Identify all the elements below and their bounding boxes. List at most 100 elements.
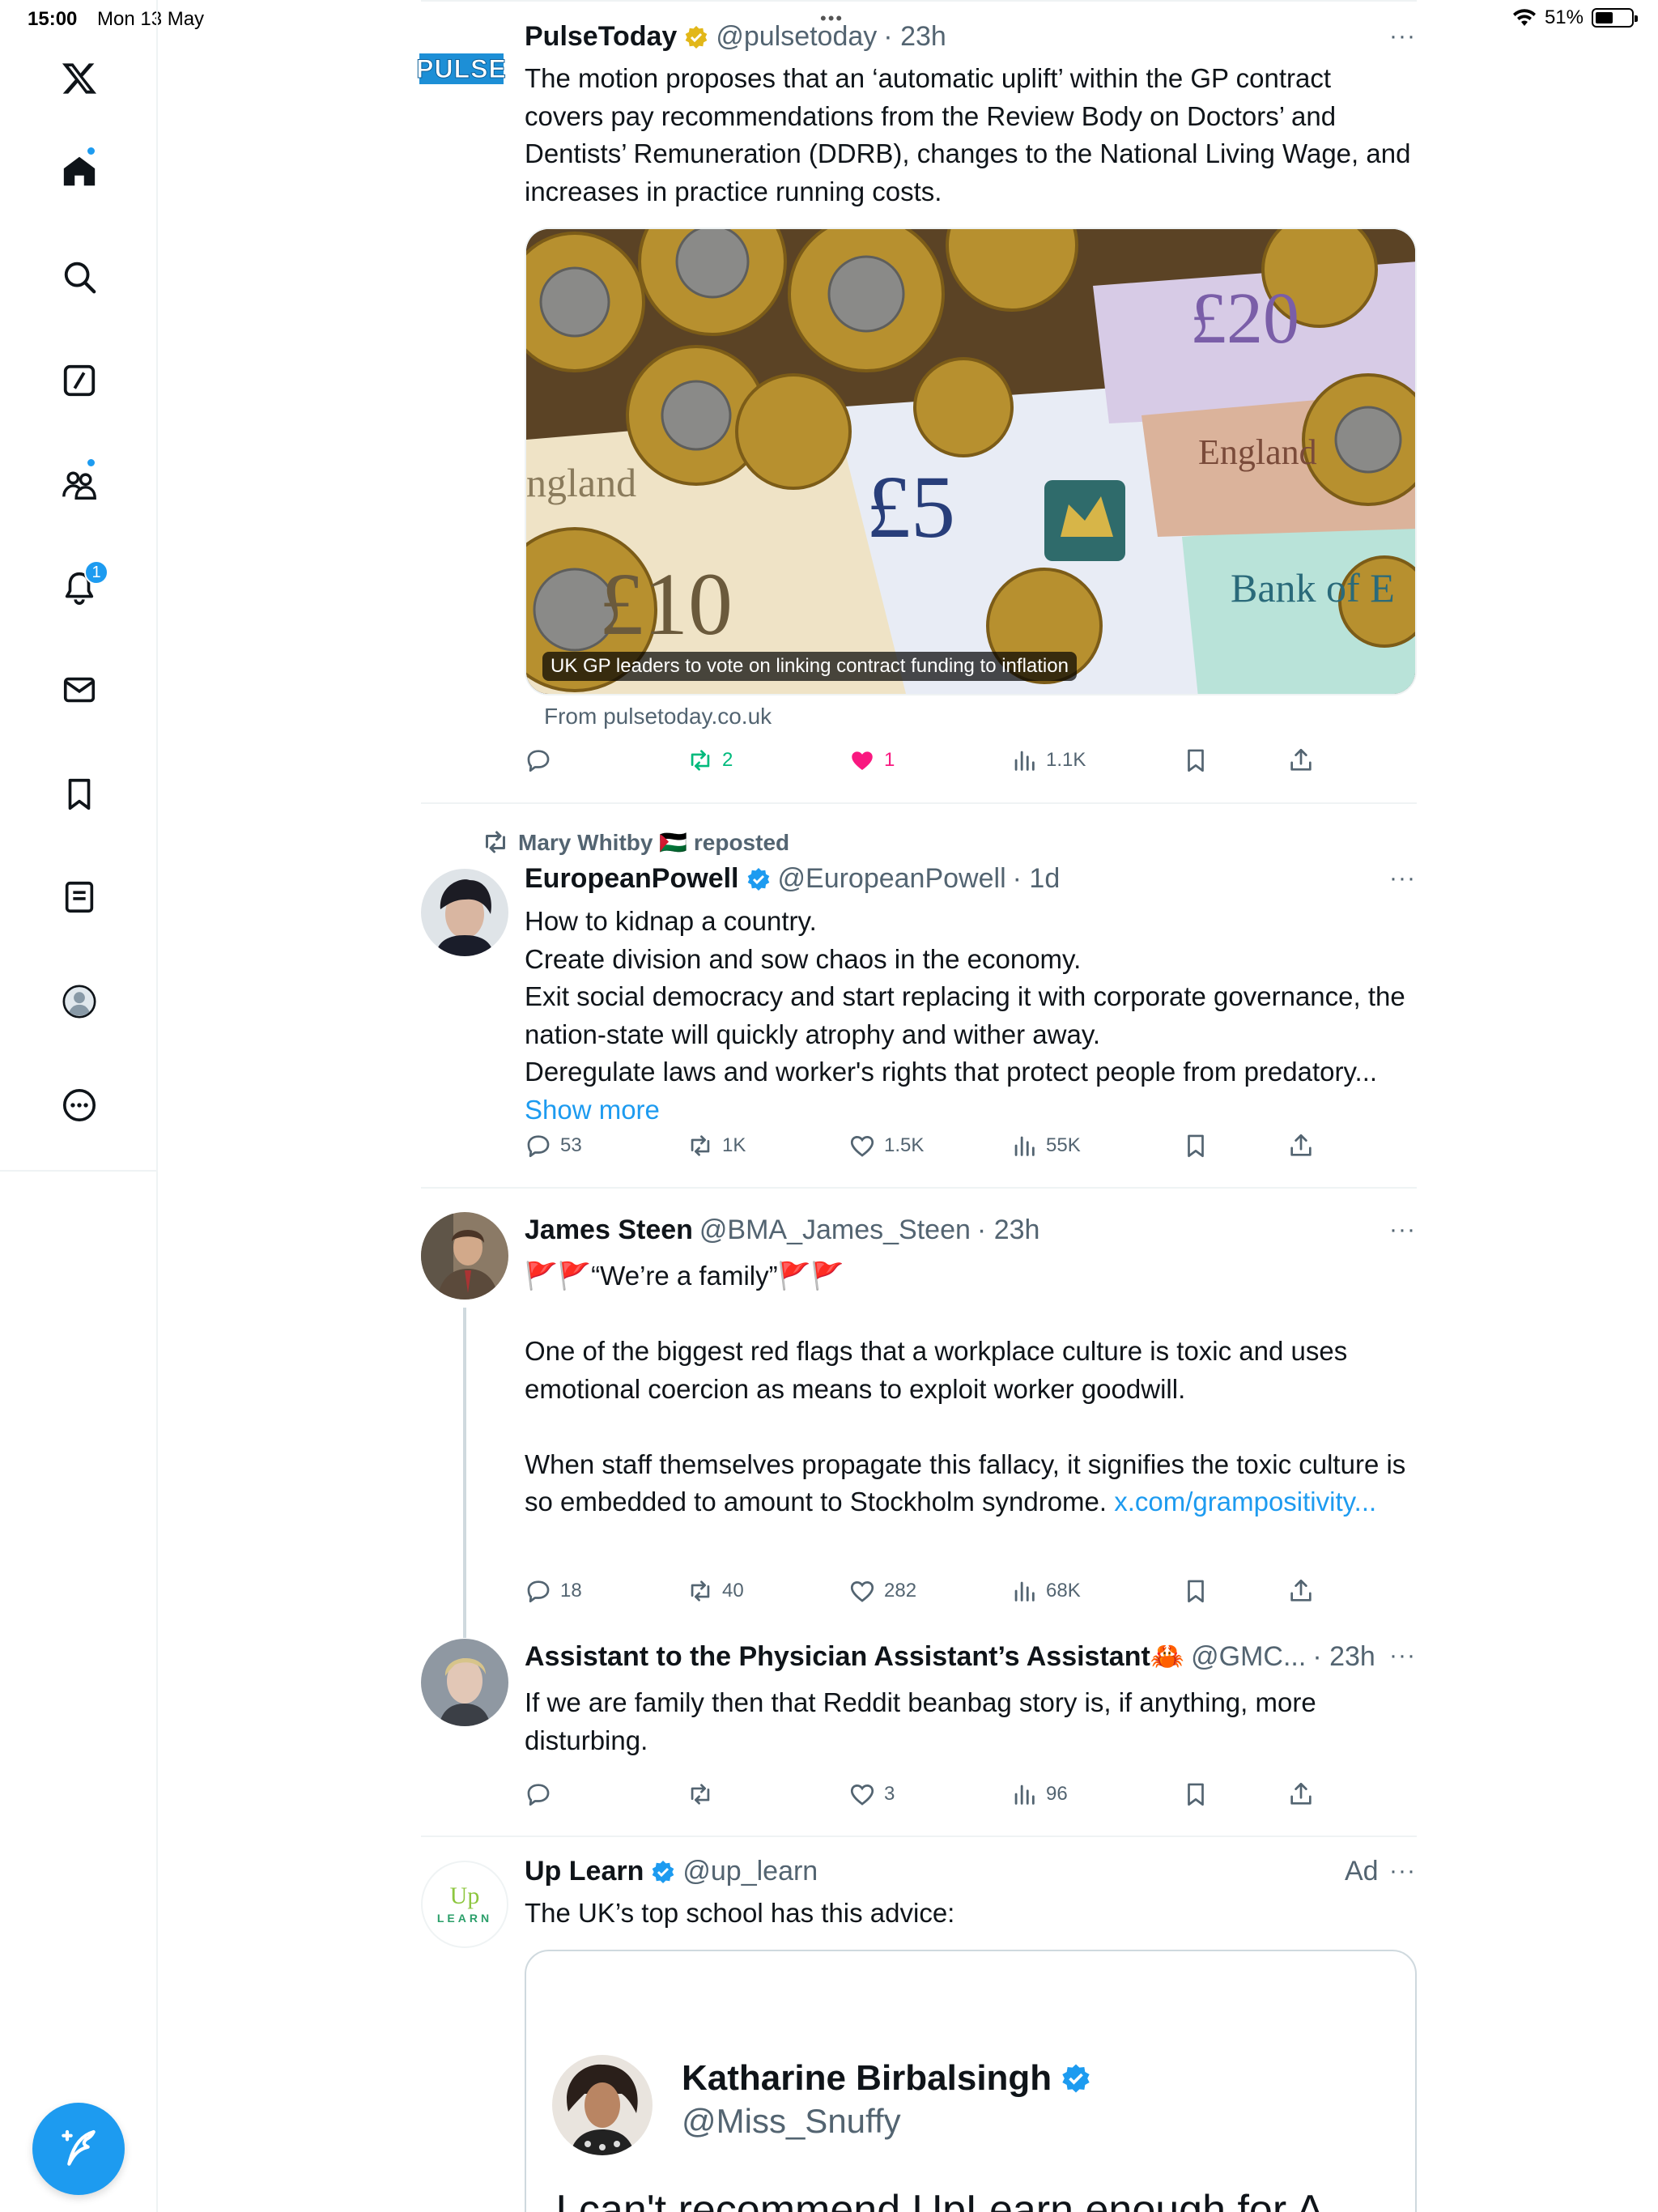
views-icon — [1014, 1581, 1035, 1602]
tweet-link[interactable]: x.com/grampositivity... — [1114, 1487, 1376, 1516]
repost-button[interactable] — [687, 1780, 714, 1808]
reply-icon — [527, 1135, 550, 1158]
avatar[interactable] — [421, 869, 508, 956]
compose-button[interactable] — [32, 2103, 125, 2195]
reply-icon — [527, 1784, 550, 1806]
share-button[interactable] — [1287, 1577, 1315, 1605]
svg-text:£20: £20 — [1190, 279, 1299, 359]
link-card-image[interactable]: £10 £5 £20 ngland England Bank of E UK G… — [525, 228, 1417, 696]
tweet-paragraph: One of the biggest red flags that a work… — [525, 1336, 1348, 1404]
svg-text:England: England — [1198, 432, 1317, 472]
x-logo-icon[interactable] — [47, 46, 112, 111]
svg-text:Bank of E: Bank of E — [1231, 565, 1395, 610]
views-button[interactable]: 96 — [1010, 1780, 1068, 1808]
more-icon[interactable] — [47, 1073, 112, 1138]
ad-media-card[interactable]: Katharine Birbalsingh @Miss_Snuffy I can… — [525, 1950, 1417, 2212]
tweet-line: Create division and sow chaos in the eco… — [525, 943, 1082, 974]
share-button[interactable] — [1287, 1780, 1315, 1808]
author-name[interactable]: PulseToday — [525, 21, 677, 53]
bookmark-button[interactable] — [1182, 1780, 1209, 1808]
bookmark-button[interactable] — [1182, 1577, 1209, 1605]
more-options-button[interactable]: ··· — [1389, 1642, 1416, 1670]
james-steen-avatar-image — [421, 1212, 508, 1300]
like-button[interactable]: 3 — [848, 1780, 895, 1808]
avatar[interactable] — [421, 1212, 508, 1300]
repost-count: 2 — [722, 749, 733, 771]
reply-button[interactable] — [525, 1780, 552, 1808]
repost-button[interactable]: 40 — [687, 1577, 744, 1605]
heart-icon — [850, 1581, 874, 1602]
like-button[interactable]: 282 — [848, 1577, 916, 1605]
more-options-button[interactable]: ··· — [1389, 1216, 1416, 1244]
search-icon[interactable] — [47, 245, 112, 309]
share-button[interactable] — [1287, 747, 1315, 774]
tweet-header: James Steen @BMA_James_Steen · 23h — [525, 1214, 1039, 1246]
author-name[interactable]: James Steen — [525, 1214, 693, 1246]
repost-context[interactable]: Mary Whitby 🇵🇸 reposted — [481, 827, 789, 857]
communities-icon[interactable] — [47, 452, 112, 517]
home-icon[interactable] — [47, 139, 112, 204]
like-button[interactable]: 1.5K — [848, 1132, 924, 1159]
uplearn-logo-top: Up — [449, 1882, 480, 1909]
author-handle[interactable]: @GMC... — [1191, 1641, 1306, 1673]
quoted-avatar-image — [552, 2055, 653, 2155]
show-more-link[interactable]: Show more — [525, 1095, 660, 1125]
assistant-avatar-image — [421, 1639, 508, 1726]
bookmarks-icon[interactable] — [47, 762, 112, 827]
reply-button[interactable]: 18 — [525, 1577, 582, 1605]
tweet-text: If we are family then that Reddit beanba… — [525, 1687, 1316, 1755]
grok-icon[interactable] — [47, 348, 112, 413]
svg-text:ngland: ngland — [526, 460, 636, 505]
quoted-name: Katharine Birbalsingh — [682, 2058, 1052, 2098]
tweet-header: Assistant to the Physician Assistant’s A… — [525, 1640, 1375, 1673]
reply-icon — [527, 750, 550, 772]
tweet-actions: 3 96 — [525, 1780, 1415, 1813]
bookmark-button[interactable] — [1182, 747, 1209, 774]
tweet-text: The motion proposes that an ‘automatic u… — [525, 63, 1411, 206]
tweet-time[interactable]: · 1d — [1013, 863, 1061, 895]
profile-icon[interactable] — [47, 969, 112, 1034]
tweet-actions: 53 1K 1.5K 55K — [525, 1132, 1415, 1164]
views-button[interactable]: 1.1K — [1010, 747, 1086, 774]
messages-icon[interactable] — [47, 657, 112, 722]
author-handle[interactable]: @BMA_James_Steen — [699, 1214, 971, 1246]
pulsetoday-avatar[interactable]: PULSE — [416, 53, 506, 84]
tweet-time[interactable]: · 23h — [883, 21, 946, 53]
lists-icon[interactable] — [47, 865, 112, 929]
battery-percent: 51% — [1544, 6, 1584, 28]
author-name[interactable]: EuropeanPowell — [525, 863, 739, 895]
author-handle[interactable]: @EuropeanPowell — [778, 863, 1006, 895]
author-name[interactable]: Up Learn — [525, 1856, 644, 1887]
more-options-button[interactable]: ··· — [1389, 1857, 1416, 1885]
feed-divider — [421, 0, 1417, 2]
quoted-text: I can't recommend UpLearn enough for A — [555, 2186, 1324, 2212]
more-options-button[interactable]: ··· — [1389, 23, 1416, 50]
repost-button[interactable]: 1K — [687, 1132, 746, 1159]
repost-icon — [691, 750, 710, 771]
views-button[interactable]: 55K — [1010, 1132, 1081, 1159]
reply-button[interactable] — [525, 747, 552, 774]
share-button[interactable] — [1287, 1132, 1315, 1159]
link-card-source[interactable]: From pulsetoday.co.uk — [544, 704, 772, 730]
views-button[interactable]: 68K — [1010, 1577, 1081, 1605]
uplearn-avatar[interactable]: Up LEARN — [421, 1861, 508, 1948]
repost-icon — [691, 1784, 710, 1805]
author-handle[interactable]: @pulsetoday — [716, 21, 877, 53]
tweet-time[interactable]: · 23h — [977, 1214, 1040, 1246]
notifications-badge: 1 — [84, 560, 108, 585]
reply-button[interactable]: 53 — [525, 1132, 582, 1159]
bookmark-button[interactable] — [1182, 1132, 1209, 1159]
more-options-button[interactable]: ··· — [1389, 865, 1416, 892]
repost-button[interactable]: 2 — [687, 747, 733, 774]
repost-context-label: Mary Whitby 🇵🇸 reposted — [518, 829, 790, 855]
compose-icon — [62, 2129, 96, 2166]
like-button[interactable]: 1 — [848, 747, 895, 774]
tweet-time[interactable]: · 23h — [1312, 1641, 1375, 1673]
views-icon — [1014, 751, 1035, 771]
view-count: 55K — [1046, 1134, 1081, 1156]
quoted-text-pre: I — [555, 2187, 579, 2212]
avatar[interactable] — [421, 1639, 508, 1726]
author-handle[interactable]: @up_learn — [682, 1856, 818, 1887]
author-name[interactable]: Assistant to the Physician Assistant’s A… — [525, 1640, 1184, 1673]
share-icon — [1290, 748, 1312, 771]
